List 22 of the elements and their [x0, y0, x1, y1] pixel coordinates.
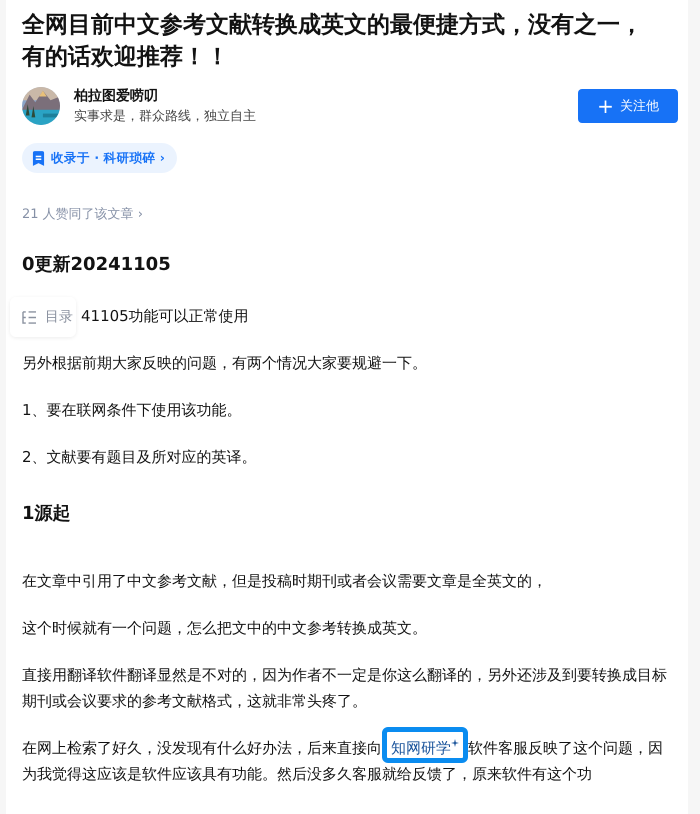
paragraph: 41105功能可以正常使用	[81, 306, 249, 327]
likes-link[interactable]: 21 人赞同了该文章 ›	[22, 207, 144, 222]
bookmark-icon	[32, 150, 45, 166]
article-title: 全网目前中文参考文献转换成英文的最便捷方式，没有之一，有的话欢迎推荐！！	[22, 11, 644, 72]
paragraph: 直接用翻译软件翻译显然是不对的，因为作者不一定是你这么翻译的，另外还涉及到要转换成目标期刊或会议要求的参考文献格式，这就非常头疼了。	[22, 665, 668, 712]
keyword-link[interactable]: 知网研学	[391, 739, 459, 757]
paragraph: 另外根据前期大家反映的问题，有两个情况大家要规避一下。	[22, 353, 428, 374]
follow-button[interactable]: + 关注他	[578, 89, 678, 123]
paragraph: 1、要在联网条件下使用该功能。	[22, 400, 243, 421]
sparkle-icon	[451, 739, 459, 747]
section-heading: 1源起	[22, 502, 72, 526]
collection-link[interactable]: 收录于 · 科研琐碎 ›	[22, 143, 177, 173]
paragraph: 在文章中引用了中文参考文献，但是投稿时期刊或者会议需要文章是全英文的，	[22, 571, 548, 592]
paragraph: 在网上检索了好久，没发现有什么好办法，后来直接向 知网研学 软件客服反映了这个问题，因为我觉得这应该是软件应该具有功能。然后没多久客服就给反馈了，原来软件有这个功	[22, 735, 670, 787]
author-name[interactable]: 柏拉图爱唠叨	[74, 87, 578, 105]
toc-label: 目录	[45, 308, 73, 326]
list-icon	[22, 310, 37, 324]
paragraph: 2、文献要有题目及所对应的英译。	[22, 447, 258, 468]
author-bio: 实事求是，群众路线，独立自主	[74, 108, 257, 125]
section-heading: 0更新20241105	[22, 253, 172, 277]
toc-button[interactable]: 目录	[10, 297, 76, 337]
paragraph: 这个时候就有一个问题，怎么把文中的中文参考转换成英文。	[22, 618, 428, 639]
